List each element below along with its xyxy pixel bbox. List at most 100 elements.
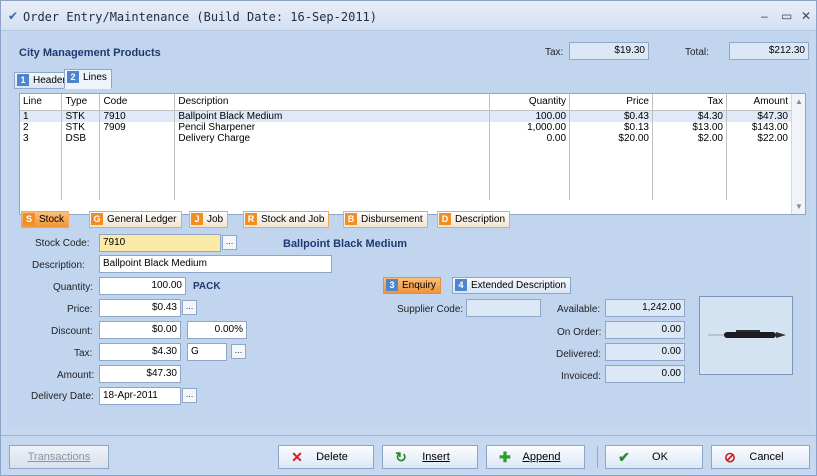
cell-quantity: 0.00 (489, 132, 571, 144)
tab-lines-label: Lines (83, 72, 107, 83)
append-label: Append (522, 451, 561, 463)
col-line[interactable]: Line (20, 94, 63, 111)
cell-tax: $2.00 (652, 132, 727, 144)
minimize-button[interactable]: – (761, 9, 768, 23)
delivered-label: Delivered: (556, 349, 602, 360)
window-title: Order Entry/Maintenance (Build Date: 16-… (23, 10, 378, 24)
tax-code-input[interactable]: G (187, 343, 227, 361)
description-input[interactable]: Ballpoint Black Medium (99, 255, 332, 273)
col-amount[interactable]: Amount (726, 94, 793, 111)
ok-button[interactable]: ✔ OK (605, 445, 703, 469)
grand-total-field: $212.30 (729, 42, 809, 60)
description-key-icon: D (439, 213, 451, 226)
cell-line: 3 (20, 132, 63, 144)
line-type-stock-label: Stock (39, 214, 65, 225)
tab-extended-description[interactable]: 4 Extended Description (452, 277, 572, 294)
line-type-job-button[interactable]: J Job (189, 211, 229, 228)
quantity-input[interactable]: 100.00 (99, 277, 186, 295)
scroll-down-icon[interactable]: ▼ (795, 202, 803, 211)
tax-code-lookup-button[interactable]: ... (231, 344, 246, 359)
invoiced-field: 0.00 (605, 365, 685, 383)
price-lookup-button[interactable]: ... (182, 300, 197, 315)
col-description[interactable]: Description (174, 94, 491, 111)
cell-description: Pencil Sharpener (174, 121, 491, 133)
delivery-date-input[interactable]: 18-Apr-2011 (99, 387, 181, 405)
line-type-stock-button[interactable]: S Stock (21, 211, 70, 228)
tab-header-label: Header (33, 75, 66, 86)
available-field: 1,242.00 (605, 299, 685, 317)
extended-description-number-icon: 4 (455, 279, 467, 292)
line-type-description-label: Description (455, 214, 506, 225)
tab-lines[interactable]: 2 Lines (64, 69, 112, 89)
line-type-description-button[interactable]: D Description (437, 211, 511, 228)
cell-description: Delivery Charge (174, 132, 491, 144)
order-lines-grid[interactable]: Line Type Code Description Quantity Pric… (19, 93, 806, 215)
tab-header[interactable]: 1 Header (14, 72, 71, 89)
col-type[interactable]: Type (61, 94, 101, 111)
cell-type: STK (61, 121, 101, 133)
grid-empty-space (20, 143, 793, 200)
stock-key-icon: S (23, 213, 35, 226)
description-label: Description: (32, 260, 85, 271)
on-order-field: 0.00 (605, 321, 685, 339)
table-row[interactable]: 1 STK 7910 Ballpoint Black Medium 100.00… (20, 110, 793, 122)
transactions-button[interactable]: Transactions (9, 445, 109, 469)
line-type-disbursement-button[interactable]: B Disbursement (343, 211, 428, 228)
unit-display: PACK (193, 281, 221, 292)
table-row[interactable]: 3 DSB Delivery Charge 0.00 $20.00 $2.00 … (20, 132, 793, 144)
delivery-date-picker-button[interactable]: ... (182, 388, 197, 403)
line-type-general-ledger-button[interactable]: G General Ledger (89, 211, 182, 228)
col-quantity[interactable]: Quantity (489, 94, 571, 111)
enquiry-number-icon: 3 (386, 279, 398, 292)
cell-code: 7909 (99, 121, 176, 133)
tab-enquiry-label: Enquiry (402, 280, 436, 291)
ballpoint-pen-picture (700, 297, 792, 374)
table-row[interactable]: 2 STK 7909 Pencil Sharpener 1,000.00 $0.… (20, 121, 793, 133)
cell-description: Ballpoint Black Medium (174, 110, 491, 122)
close-button[interactable]: ✕ (801, 9, 811, 23)
insert-label: Insert (422, 451, 450, 463)
transactions-label: Transactions (27, 451, 91, 463)
insert-button[interactable]: ↻ Insert (382, 445, 478, 469)
col-code[interactable]: Code (99, 94, 176, 111)
tab-number-2: 2 (67, 71, 79, 84)
cell-code: 7910 (99, 110, 176, 122)
tab-extended-description-label: Extended Description (471, 280, 567, 291)
price-label: Price: (67, 304, 93, 315)
tab-enquiry[interactable]: 3 Enquiry (383, 277, 441, 294)
append-button[interactable]: ✚ Append (486, 445, 585, 469)
delete-button[interactable]: ✕ Delete (278, 445, 374, 469)
amount-input[interactable]: $47.30 (99, 365, 181, 383)
grand-total-label: Total: (685, 47, 709, 58)
cancel-button[interactable]: ⊘ Cancel (711, 445, 810, 469)
maximize-button[interactable]: ▭ (781, 9, 792, 23)
discount-amount-input[interactable]: $0.00 (99, 321, 181, 339)
col-tax[interactable]: Tax (652, 94, 727, 111)
tab-number-1: 1 (17, 74, 29, 87)
cell-amount: $47.30 (726, 110, 793, 122)
order-entry-window: ✔ Order Entry/Maintenance (Build Date: 1… (0, 0, 817, 476)
stock-code-lookup-button[interactable]: ... (222, 235, 237, 250)
scroll-up-icon[interactable]: ▲ (795, 97, 803, 106)
grid-vertical-scrollbar[interactable]: ▲ ▼ (791, 94, 805, 214)
discount-label: Discount: (51, 326, 93, 337)
cell-quantity: 1,000.00 (489, 121, 571, 133)
col-price[interactable]: Price (569, 94, 653, 111)
invoiced-label: Invoiced: (561, 371, 602, 382)
company-name: City Management Products (19, 47, 161, 59)
stock-code-input[interactable]: 7910 (99, 234, 221, 252)
cell-line: 1 (20, 110, 63, 122)
cell-quantity: 100.00 (489, 110, 571, 122)
tax-input[interactable]: $4.30 (99, 343, 181, 361)
cancel-label: Cancel (749, 451, 784, 463)
line-type-job-label: Job (207, 214, 224, 225)
price-input[interactable]: $0.43 (99, 299, 181, 317)
on-order-label: On Order: (557, 327, 602, 338)
cell-tax: $13.00 (652, 121, 727, 133)
discount-percent-input[interactable]: 0.00% (187, 321, 247, 339)
cell-price: $0.13 (569, 121, 653, 133)
stock-name-display: Ballpoint Black Medium (283, 238, 408, 250)
amount-label: Amount: (57, 370, 95, 381)
line-type-stock-and-job-button[interactable]: R Stock and Job (243, 211, 330, 228)
cell-price: $0.43 (569, 110, 653, 122)
